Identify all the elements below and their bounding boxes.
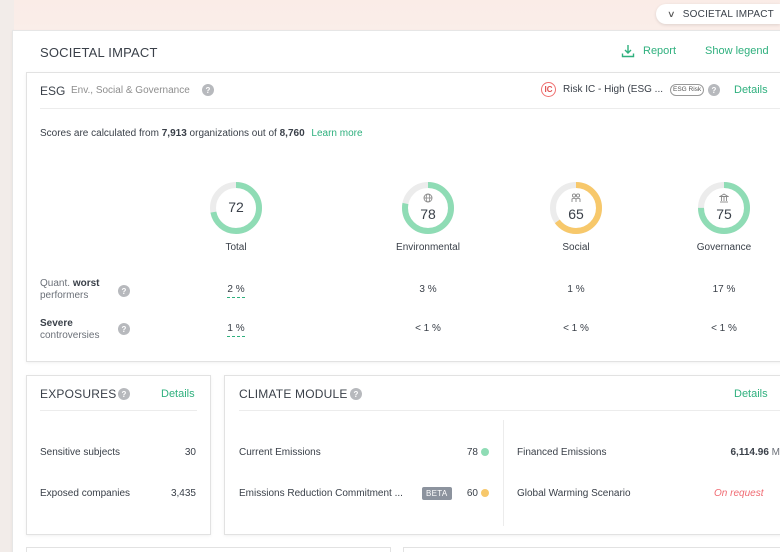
social-score-gauge[interactable]: 65 bbox=[549, 181, 603, 235]
environmental-worst-performers: 3 % bbox=[419, 284, 437, 295]
help-icon[interactable]: ? bbox=[202, 84, 214, 96]
divider bbox=[40, 108, 780, 109]
total-severe-controversies[interactable]: 1 % bbox=[206, 323, 266, 337]
gauge-value: 65 bbox=[568, 206, 584, 222]
financed-emissions-number: 6,114.96 bbox=[730, 447, 769, 458]
row-label-bold: worst bbox=[72, 278, 100, 289]
gauge-label: Total bbox=[225, 242, 247, 253]
sensitive-subjects-label: Sensitive subjects bbox=[40, 447, 121, 458]
gauge-value: 72 bbox=[228, 199, 244, 215]
environmental-severe-controversies: < 1 % bbox=[415, 323, 441, 334]
gauge-label: Environmental bbox=[396, 242, 460, 253]
page-title: SOCIETAL IMPACT bbox=[40, 45, 158, 60]
status-dot-green bbox=[481, 448, 489, 456]
social-severe-controversies: < 1 % bbox=[563, 323, 589, 334]
exposures-title: EXPOSURES bbox=[40, 387, 117, 401]
gauge-label: Social bbox=[562, 242, 590, 253]
total-worst-performers[interactable]: 2 % bbox=[206, 284, 266, 298]
note-prefix: Scores are calculated from bbox=[40, 128, 159, 139]
reduction-commitment-value[interactable]: 60 bbox=[440, 488, 478, 499]
financed-emissions-unit: M bbox=[771, 447, 780, 458]
section-selector[interactable]: ∨ SOCIETAL IMPACT bbox=[656, 4, 780, 24]
divider bbox=[40, 410, 197, 411]
social-worst-performers: 1 % bbox=[567, 284, 585, 295]
current-emissions-value[interactable]: 78 bbox=[440, 447, 478, 458]
financed-emissions-value[interactable]: 6,114.96 M bbox=[680, 447, 780, 458]
gauge-label: Governance bbox=[696, 242, 752, 253]
row-label-post: controversies bbox=[40, 330, 100, 341]
help-icon[interactable]: ? bbox=[708, 84, 720, 96]
esg-details-link[interactable]: Details bbox=[734, 84, 768, 96]
learn-more-link[interactable]: Learn more bbox=[311, 128, 362, 139]
exposures-details-link[interactable]: Details bbox=[161, 388, 195, 400]
governance-score-gauge[interactable]: 75 bbox=[697, 181, 751, 235]
row-label-bold: Severe bbox=[40, 318, 73, 329]
row-label-worst-performers: Quant. worst performers bbox=[40, 278, 99, 302]
help-icon[interactable]: ? bbox=[350, 388, 362, 400]
row-label-severe-controversies: Severe controversies bbox=[40, 318, 99, 342]
show-legend-link[interactable]: Show legend bbox=[705, 45, 769, 57]
people-icon bbox=[571, 193, 581, 202]
current-emissions-label: Current Emissions bbox=[239, 447, 321, 458]
row-label-pre: Quant. bbox=[40, 278, 73, 289]
note-total: 8,760 bbox=[279, 128, 305, 139]
esg-subtitle: Env., Social & Governance bbox=[71, 85, 190, 96]
risk-indicator-icon: IC bbox=[541, 82, 556, 97]
chevron-down-icon: ∨ bbox=[666, 8, 676, 19]
cell-value: 1 % bbox=[227, 323, 245, 337]
sensitive-subjects-value[interactable]: 30 bbox=[146, 447, 196, 458]
esg-risk-badge: ESG Risk bbox=[670, 84, 705, 96]
global-warming-value[interactable]: On request bbox=[714, 488, 763, 499]
section-selector-label: SOCIETAL IMPACT bbox=[682, 8, 774, 20]
financed-emissions-label: Financed Emissions bbox=[517, 447, 607, 458]
score-note: Scores are calculated from 7,913 organiz… bbox=[40, 128, 363, 139]
environmental-score-gauge[interactable]: 78 bbox=[401, 181, 455, 235]
gauge-value: 78 bbox=[420, 206, 436, 222]
reduction-commitment-label: Emissions Reduction Commitment ... bbox=[239, 488, 403, 499]
help-icon[interactable]: ? bbox=[118, 285, 130, 297]
status-dot-yellow bbox=[481, 489, 489, 497]
governance-severe-controversies: < 1 % bbox=[711, 323, 737, 334]
climate-details-link[interactable]: Details bbox=[734, 388, 768, 400]
governance-worst-performers: 17 % bbox=[712, 284, 736, 295]
download-icon bbox=[621, 45, 635, 58]
institution-icon bbox=[719, 193, 729, 203]
row-label-post: performers bbox=[40, 290, 89, 301]
note-count: 7,913 bbox=[161, 128, 187, 139]
cell-value: 2 % bbox=[227, 284, 245, 298]
column-divider bbox=[503, 420, 504, 526]
help-icon[interactable]: ? bbox=[118, 323, 130, 335]
risk-label: Risk IC - High (ESG ... bbox=[563, 84, 664, 95]
note-mid: organizations out of bbox=[189, 128, 277, 139]
report-button[interactable]: Report bbox=[621, 44, 676, 58]
next-card-right bbox=[403, 547, 780, 552]
exposed-companies-label: Exposed companies bbox=[40, 488, 131, 499]
report-label: Report bbox=[643, 45, 677, 57]
climate-module-title: CLIMATE MODULE bbox=[239, 387, 348, 401]
esg-title: ESG bbox=[40, 84, 66, 98]
total-score-gauge[interactable]: 72 bbox=[209, 181, 263, 235]
globe-icon bbox=[423, 193, 433, 203]
divider bbox=[239, 410, 780, 411]
help-icon[interactable]: ? bbox=[118, 388, 130, 400]
gauge-value: 75 bbox=[716, 206, 732, 222]
global-warming-label: Global Warming Scenario bbox=[517, 488, 631, 499]
next-card-left bbox=[26, 547, 391, 552]
exposed-companies-value[interactable]: 3,435 bbox=[146, 488, 196, 499]
